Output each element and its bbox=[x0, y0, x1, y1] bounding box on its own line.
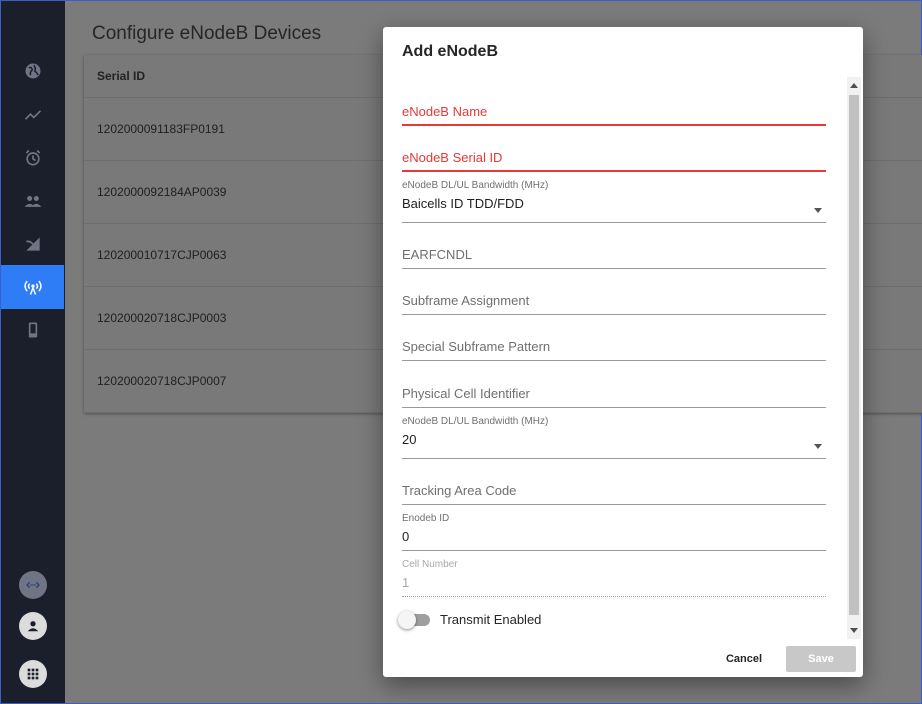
device-class-value: Baicells ID TDD/FDD bbox=[402, 196, 524, 211]
antenna-icon bbox=[23, 280, 42, 295]
special-subframe-pattern-field[interactable]: Special Subframe Pattern bbox=[402, 339, 826, 361]
dialog-scrollbar[interactable] bbox=[847, 77, 861, 639]
save-button[interactable]: Save bbox=[786, 646, 856, 672]
toggle-track[interactable] bbox=[398, 610, 430, 629]
device-class-select[interactable]: eNodeB DL/UL Bandwidth (MHz) Baicells ID… bbox=[402, 180, 826, 223]
earfcndl-label: EARFCNDL bbox=[402, 247, 473, 262]
enodeb-name-label: eNodeB Name bbox=[402, 104, 488, 119]
page-title: Configure eNodeB Devices bbox=[92, 23, 322, 44]
nav-metrics[interactable] bbox=[1, 93, 64, 137]
subframe-assignment-label: Subframe Assignment bbox=[402, 293, 530, 308]
alarm-icon bbox=[25, 149, 40, 166]
nav-devices[interactable] bbox=[1, 308, 64, 352]
bandwidth-label: eNodeB DL/UL Bandwidth (MHz) bbox=[402, 416, 549, 427]
account-icon bbox=[27, 621, 39, 632]
chevron-down-icon bbox=[814, 208, 822, 213]
add-enodeb-dialog: Add eNodeB eNodeB Name eNodeB Serial ID … bbox=[383, 27, 863, 677]
nav-alerts[interactable] bbox=[1, 136, 64, 180]
toggle-knob[interactable] bbox=[398, 610, 416, 629]
nav-network-globe[interactable] bbox=[1, 49, 64, 93]
scroll-up-icon[interactable] bbox=[850, 83, 858, 88]
serial-id-cell: 120200010717CJP0063 bbox=[97, 248, 227, 262]
subframe-assignment-field[interactable]: Subframe Assignment bbox=[402, 293, 826, 315]
enodeb-id-value: 0 bbox=[402, 529, 410, 544]
enodeb-serial-id-field[interactable]: eNodeB Serial ID bbox=[402, 150, 826, 172]
bandwidth-value: 20 bbox=[402, 432, 417, 447]
cancel-button[interactable]: Cancel bbox=[717, 646, 771, 672]
network-icon bbox=[26, 581, 40, 589]
cell-number-label: Cell Number bbox=[402, 559, 458, 570]
serial-id-cell: 1202000092184AP0039 bbox=[97, 185, 227, 199]
physical-cell-identifier-label: Physical Cell Identifier bbox=[402, 386, 530, 401]
scroll-thumb[interactable] bbox=[849, 95, 859, 615]
enodeb-id-field[interactable]: Enodeb ID 0 bbox=[402, 513, 826, 551]
device-class-label: eNodeB DL/UL Bandwidth (MHz) bbox=[402, 180, 549, 191]
people-icon bbox=[24, 196, 41, 207]
special-subframe-pattern-label: Special Subframe Pattern bbox=[402, 339, 551, 354]
network-button[interactable] bbox=[19, 571, 47, 599]
nav-gateways[interactable] bbox=[1, 222, 64, 266]
tracking-area-code-field[interactable]: Tracking Area Code bbox=[402, 483, 826, 505]
account-button[interactable] bbox=[19, 612, 47, 640]
transmit-enabled-label: Transmit Enabled bbox=[440, 612, 542, 627]
cell-number-field: Cell Number 1 bbox=[402, 559, 826, 597]
tracking-area-code-label: Tracking Area Code bbox=[402, 483, 517, 498]
apps-button[interactable] bbox=[19, 660, 47, 688]
globe-icon bbox=[25, 63, 40, 79]
signal-icon bbox=[25, 237, 40, 251]
enodeb-id-label: Enodeb ID bbox=[402, 513, 450, 524]
sidebar bbox=[0, 0, 65, 704]
serial-id-cell: 1202000091183FP0191 bbox=[97, 122, 225, 136]
enodeb-serial-id-label: eNodeB Serial ID bbox=[402, 150, 503, 165]
dialog-title: Add eNodeB bbox=[402, 43, 498, 60]
phone-icon bbox=[28, 322, 37, 338]
serial-id-cell: 120200020718CJP0007 bbox=[97, 374, 227, 388]
scroll-down-icon[interactable] bbox=[850, 628, 858, 633]
physical-cell-identifier-field[interactable]: Physical Cell Identifier bbox=[402, 386, 826, 408]
dialog-form: eNodeB Name eNodeB Serial ID eNodeB DL/U… bbox=[383, 77, 863, 639]
chevron-down-icon bbox=[814, 444, 822, 449]
transmit-enabled-toggle[interactable]: Transmit Enabled bbox=[398, 610, 542, 629]
bandwidth-select[interactable]: eNodeB DL/UL Bandwidth (MHz) 20 bbox=[402, 416, 826, 459]
serial-id-cell: 120200020718CJP0003 bbox=[97, 311, 227, 325]
nav-equipment[interactable] bbox=[1, 265, 64, 309]
enodeb-name-field[interactable]: eNodeB Name bbox=[402, 104, 826, 126]
nav-subscribers[interactable] bbox=[1, 179, 64, 223]
apps-icon bbox=[27, 668, 39, 680]
earfcndl-field[interactable]: EARFCNDL bbox=[402, 247, 826, 269]
cell-number-value: 1 bbox=[402, 575, 410, 590]
chart-line-icon bbox=[24, 110, 41, 120]
